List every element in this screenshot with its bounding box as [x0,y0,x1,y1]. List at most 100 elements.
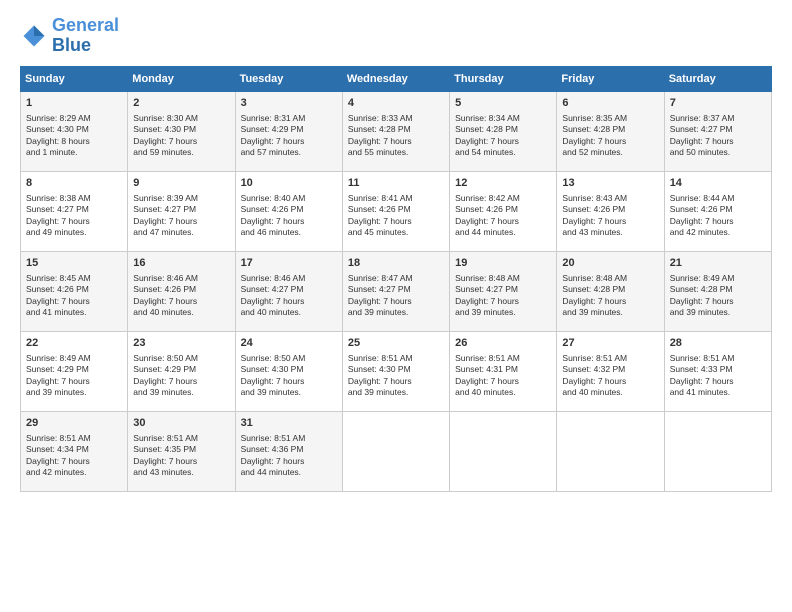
weekday-header-cell: Tuesday [235,66,342,91]
calendar-day-cell: 13 Sunrise: 8:43 AM Sunset: 4:26 PM Dayli… [557,171,664,251]
day-number: 8 [26,176,122,191]
day-info: Sunrise: 8:51 AM Sunset: 4:33 PM Dayligh… [670,353,766,399]
calendar-day-cell: 16 Sunrise: 8:46 AM Sunset: 4:26 PM Dayli… [128,251,235,331]
weekday-header-cell: Friday [557,66,664,91]
calendar-day-cell: 14Sunrise: 8:44 AM Sunset: 4:26 PM Dayli… [664,171,771,251]
day-number: 29 [26,416,122,431]
day-info: Sunrise: 8:34 AM Sunset: 4:28 PM Dayligh… [455,113,551,159]
day-number: 20 [562,256,658,271]
day-info: Sunrise: 8:49 AM Sunset: 4:29 PM Dayligh… [26,353,122,399]
day-info: Sunrise: 8:51 AM Sunset: 4:31 PM Dayligh… [455,353,551,399]
logo-icon [20,22,48,50]
day-info: Sunrise: 8:37 AM Sunset: 4:27 PM Dayligh… [670,113,766,159]
day-info: Sunrise: 8:51 AM Sunset: 4:30 PM Dayligh… [348,353,444,399]
day-number: 22 [26,336,122,351]
weekday-header-cell: Wednesday [342,66,449,91]
day-info: Sunrise: 8:29 AM Sunset: 4:30 PM Dayligh… [26,113,122,159]
day-info: Sunrise: 8:46 AM Sunset: 4:26 PM Dayligh… [133,273,229,319]
day-number: 7 [670,96,766,111]
day-info: Sunrise: 8:41 AM Sunset: 4:26 PM Dayligh… [348,193,444,239]
calendar-day-cell: 24Sunrise: 8:50 AM Sunset: 4:30 PM Dayli… [235,331,342,411]
day-info: Sunrise: 8:31 AM Sunset: 4:29 PM Dayligh… [241,113,337,159]
weekday-header-cell: Saturday [664,66,771,91]
day-number: 30 [133,416,229,431]
day-number: 14 [670,176,766,191]
day-info: Sunrise: 8:51 AM Sunset: 4:36 PM Dayligh… [241,433,337,479]
day-info: Sunrise: 8:51 AM Sunset: 4:35 PM Dayligh… [133,433,229,479]
day-number: 25 [348,336,444,351]
calendar-week-row: 29 Sunrise: 8:51 AM Sunset: 4:34 PM Dayli… [21,411,772,491]
calendar-day-cell: 30 Sunrise: 8:51 AM Sunset: 4:35 PM Dayli… [128,411,235,491]
weekday-header-cell: Thursday [450,66,557,91]
calendar-day-cell: 7 Sunrise: 8:37 AM Sunset: 4:27 PM Daylig… [664,91,771,171]
day-number: 27 [562,336,658,351]
day-info: Sunrise: 8:46 AM Sunset: 4:27 PM Dayligh… [241,273,337,319]
calendar-day-cell: 23 Sunrise: 8:50 AM Sunset: 4:29 PM Dayli… [128,331,235,411]
calendar-day-cell: 4 Sunrise: 8:33 AM Sunset: 4:28 PM Daylig… [342,91,449,171]
calendar-day-cell: 25 Sunrise: 8:51 AM Sunset: 4:30 PM Dayli… [342,331,449,411]
day-info: Sunrise: 8:40 AM Sunset: 4:26 PM Dayligh… [241,193,337,239]
calendar-day-cell: 5 Sunrise: 8:34 AM Sunset: 4:28 PM Daylig… [450,91,557,171]
day-number: 2 [133,96,229,111]
day-info: Sunrise: 8:42 AM Sunset: 4:26 PM Dayligh… [455,193,551,239]
day-info: Sunrise: 8:47 AM Sunset: 4:27 PM Dayligh… [348,273,444,319]
calendar-day-cell: 15 Sunrise: 8:45 AM Sunset: 4:26 PM Dayli… [21,251,128,331]
day-info: Sunrise: 8:35 AM Sunset: 4:28 PM Dayligh… [562,113,658,159]
day-number: 19 [455,256,551,271]
day-number: 11 [348,176,444,191]
day-info: Sunrise: 8:51 AM Sunset: 4:32 PM Dayligh… [562,353,658,399]
calendar-day-cell: 20Sunrise: 8:48 AM Sunset: 4:28 PM Dayli… [557,251,664,331]
calendar-table: SundayMondayTuesdayWednesdayThursdayFrid… [20,66,772,492]
day-info: Sunrise: 8:48 AM Sunset: 4:27 PM Dayligh… [455,273,551,319]
calendar-day-cell: 2 Sunrise: 8:30 AM Sunset: 4:30 PM Daylig… [128,91,235,171]
calendar-day-cell: 21Sunrise: 8:49 AM Sunset: 4:28 PM Dayli… [664,251,771,331]
weekday-header-cell: Sunday [21,66,128,91]
calendar-day-cell: 31 Sunrise: 8:51 AM Sunset: 4:36 PM Dayli… [235,411,342,491]
calendar-day-cell: 29 Sunrise: 8:51 AM Sunset: 4:34 PM Dayli… [21,411,128,491]
day-info: Sunrise: 8:43 AM Sunset: 4:26 PM Dayligh… [562,193,658,239]
calendar-day-cell: 26Sunrise: 8:51 AM Sunset: 4:31 PM Dayli… [450,331,557,411]
calendar-day-cell [664,411,771,491]
day-info: Sunrise: 8:50 AM Sunset: 4:30 PM Dayligh… [241,353,337,399]
calendar-day-cell: 9Sunrise: 8:39 AM Sunset: 4:27 PM Daylig… [128,171,235,251]
day-number: 18 [348,256,444,271]
day-number: 3 [241,96,337,111]
day-number: 28 [670,336,766,351]
day-number: 23 [133,336,229,351]
calendar-week-row: 1 Sunrise: 8:29 AM Sunset: 4:30 PM Daylig… [21,91,772,171]
day-info: Sunrise: 8:51 AM Sunset: 4:34 PM Dayligh… [26,433,122,479]
day-number: 12 [455,176,551,191]
day-info: Sunrise: 8:38 AM Sunset: 4:27 PM Dayligh… [26,193,122,239]
header: General Blue [20,16,772,56]
day-number: 4 [348,96,444,111]
day-number: 9 [133,176,229,191]
calendar-week-row: 15 Sunrise: 8:45 AM Sunset: 4:26 PM Dayli… [21,251,772,331]
calendar-week-row: 8 Sunrise: 8:38 AM Sunset: 4:27 PM Daylig… [21,171,772,251]
day-info: Sunrise: 8:33 AM Sunset: 4:28 PM Dayligh… [348,113,444,159]
logo: General Blue [20,16,119,56]
calendar-day-cell [450,411,557,491]
calendar-week-row: 22 Sunrise: 8:49 AM Sunset: 4:29 PM Dayli… [21,331,772,411]
day-number: 17 [241,256,337,271]
day-number: 15 [26,256,122,271]
day-number: 16 [133,256,229,271]
day-info: Sunrise: 8:45 AM Sunset: 4:26 PM Dayligh… [26,273,122,319]
weekday-header: SundayMondayTuesdayWednesdayThursdayFrid… [21,66,772,91]
logo-text: General Blue [52,16,119,56]
day-number: 6 [562,96,658,111]
calendar-day-cell: 27 Sunrise: 8:51 AM Sunset: 4:32 PM Dayli… [557,331,664,411]
day-number: 31 [241,416,337,431]
day-number: 1 [26,96,122,111]
calendar-day-cell: 18 Sunrise: 8:47 AM Sunset: 4:27 PM Dayli… [342,251,449,331]
calendar-day-cell: 19 Sunrise: 8:48 AM Sunset: 4:27 PM Dayli… [450,251,557,331]
day-number: 13 [562,176,658,191]
calendar-day-cell: 12 Sunrise: 8:42 AM Sunset: 4:26 PM Dayli… [450,171,557,251]
day-number: 5 [455,96,551,111]
day-info: Sunrise: 8:30 AM Sunset: 4:30 PM Dayligh… [133,113,229,159]
calendar-day-cell: 8 Sunrise: 8:38 AM Sunset: 4:27 PM Daylig… [21,171,128,251]
day-number: 21 [670,256,766,271]
day-info: Sunrise: 8:50 AM Sunset: 4:29 PM Dayligh… [133,353,229,399]
calendar-day-cell [557,411,664,491]
calendar-body: 1 Sunrise: 8:29 AM Sunset: 4:30 PM Daylig… [21,91,772,491]
weekday-header-cell: Monday [128,66,235,91]
